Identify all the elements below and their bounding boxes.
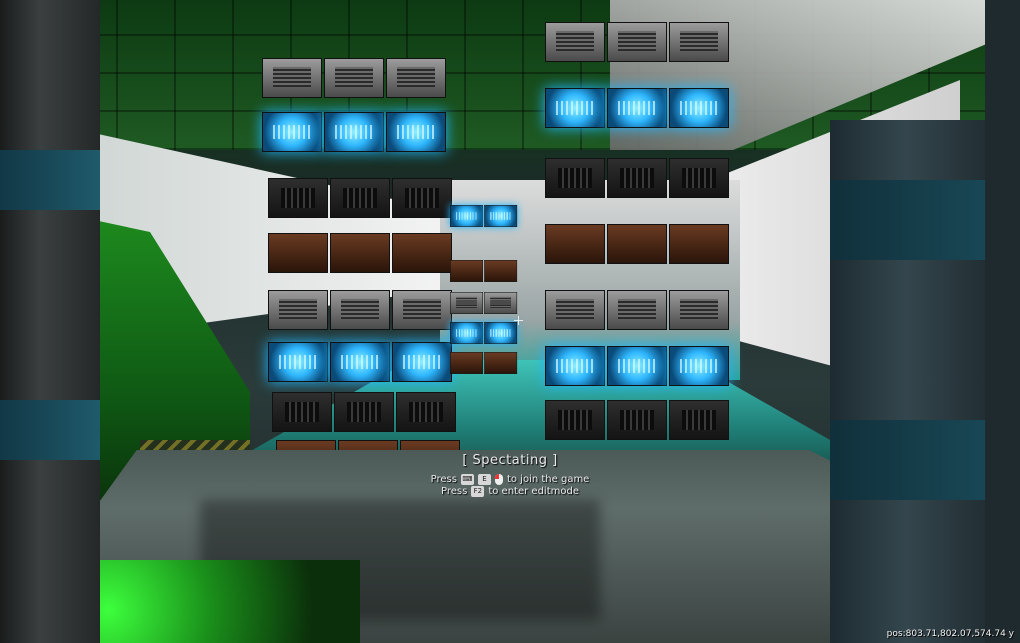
stack-row	[545, 88, 731, 128]
key-f2: F2	[471, 486, 485, 497]
stack-row	[450, 352, 518, 374]
stack-row	[450, 322, 518, 344]
stack-row	[545, 158, 731, 198]
stack-row	[545, 290, 731, 330]
mouse-left-click-icon	[494, 474, 503, 485]
stack-row	[262, 112, 448, 152]
stack-row	[268, 178, 454, 218]
pillar-band	[0, 400, 100, 460]
stack-row	[450, 260, 518, 282]
stack-row	[450, 205, 518, 227]
position-readout: pos:803.71,802.07,574.74 y	[886, 629, 1014, 639]
editmode-hint: Press F2 to enter editmode	[0, 486, 1020, 497]
press-label: Press	[430, 474, 457, 485]
join-game-hint: Press ⌨ E to join the game	[0, 474, 1020, 485]
stack-row	[268, 342, 454, 382]
stack-row	[262, 58, 448, 98]
stack-row	[272, 392, 458, 432]
stack-row	[545, 22, 731, 62]
pillar-band	[0, 150, 100, 210]
stack-row	[545, 224, 731, 264]
stack-row	[545, 400, 731, 440]
stack-row	[450, 292, 518, 314]
press-label: Press	[441, 486, 468, 497]
pillar-left	[0, 0, 100, 643]
join-game-text: to join the game	[506, 474, 590, 485]
game-viewport[interactable]: [ Spectating ] Press ⌨ E to join the gam…	[0, 0, 1020, 643]
spectating-title: [ Spectating ]	[462, 453, 558, 468]
stack-row	[545, 346, 731, 386]
pillar-far-right	[985, 0, 1020, 643]
stack-row	[268, 233, 454, 273]
spectator-hud: [ Spectating ] Press ⌨ E to join the gam…	[0, 453, 1020, 497]
keyboard-key-icon: ⌨	[460, 474, 474, 485]
key-e: E	[477, 474, 491, 485]
crosshair-icon	[514, 316, 523, 325]
editmode-text: to enter editmode	[488, 486, 579, 497]
stack-row	[268, 290, 454, 330]
